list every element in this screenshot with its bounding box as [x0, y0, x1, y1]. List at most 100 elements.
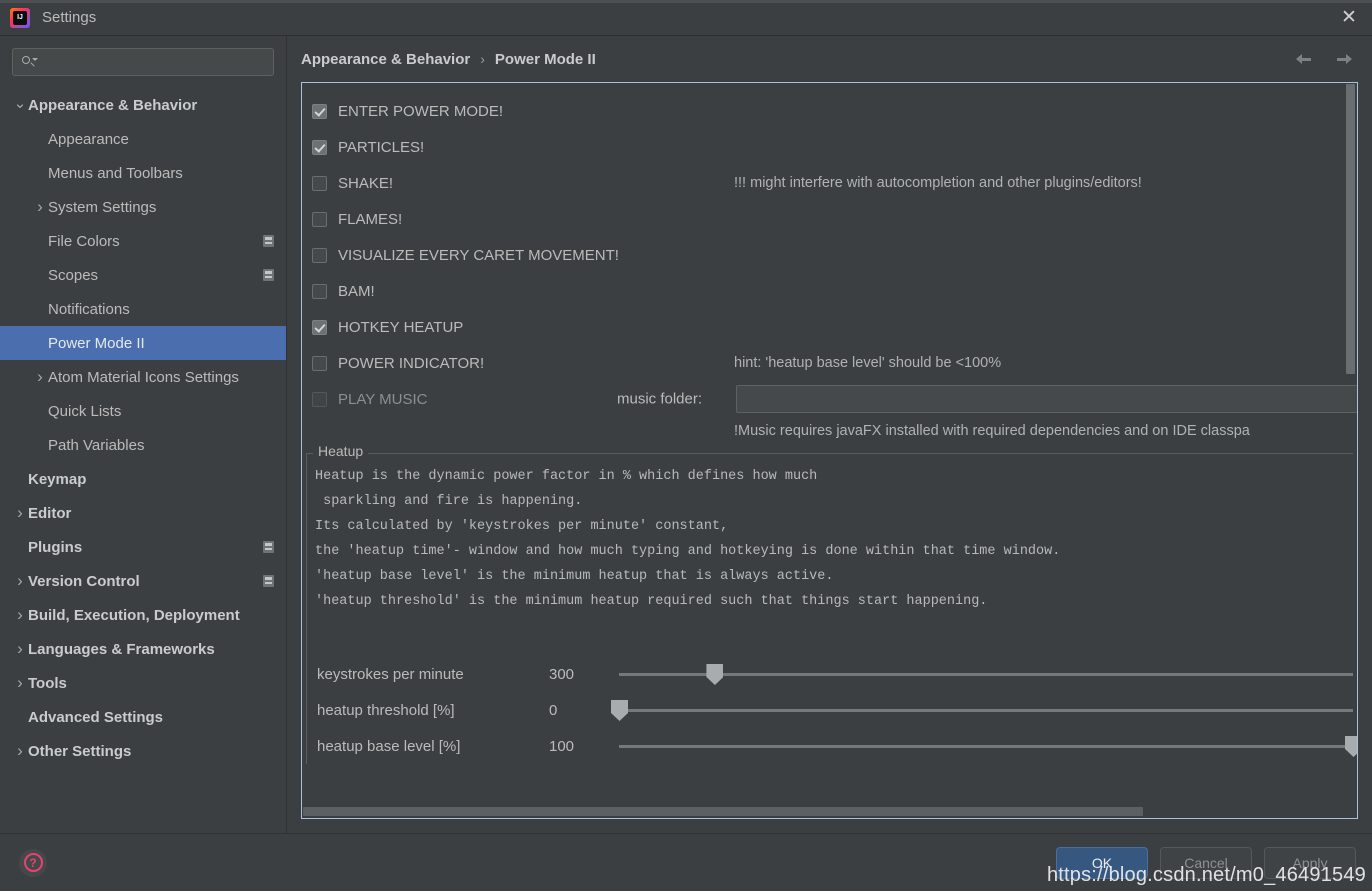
slider-value: 300	[549, 665, 575, 683]
sidebar-item-scopes[interactable]: Scopes	[0, 258, 286, 292]
chevron-right-icon[interactable]: ›	[32, 367, 48, 387]
slider-thumb[interactable]	[706, 664, 724, 685]
checkbox-flames[interactable]	[312, 211, 327, 227]
play-music-row: PLAY MUSIC music folder:	[302, 381, 1357, 417]
sidebar-item-label: Languages & Frameworks	[28, 640, 215, 658]
sidebar-item-menus-and-toolbars[interactable]: Menus and Toolbars	[0, 156, 286, 190]
checkbox-enter-power-mode[interactable]	[312, 103, 327, 119]
sidebar-item-advanced-settings[interactable]: Advanced Settings	[0, 700, 286, 734]
option-row: PARTICLES!	[302, 129, 1357, 165]
chevron-right-icon[interactable]: ›	[12, 673, 28, 693]
slider-track-wrap[interactable]	[619, 728, 1357, 764]
checkbox-visualize-every-caret-movement[interactable]	[312, 247, 327, 263]
sidebar-item-build-execution-deployment[interactable]: › Build, Execution, Deployment	[0, 598, 286, 632]
horizontal-scrollbar-thumb[interactable]	[303, 807, 1143, 816]
sidebar-item-atom-material-icons-settings[interactable]: › Atom Material Icons Settings	[0, 360, 286, 394]
slider-label: heatup threshold [%]	[317, 701, 455, 719]
sidebar-item-notifications[interactable]: Notifications	[0, 292, 286, 326]
sidebar-item-plugins[interactable]: Plugins	[0, 530, 286, 564]
option-row: VISUALIZE EVERY CARET MOVEMENT!	[302, 237, 1357, 273]
title-bar: Settings ✕	[0, 0, 1372, 36]
sidebar-item-system-settings[interactable]: › System Settings	[0, 190, 286, 224]
project-config-icon	[263, 269, 274, 281]
horizontal-scrollbar[interactable]	[303, 806, 1356, 817]
sidebar-item-label: Menus and Toolbars	[48, 164, 183, 182]
chevron-right-icon[interactable]: ›	[12, 605, 28, 625]
option-row: POWER INDICATOR! hint: 'heatup base level…	[302, 345, 1357, 381]
sidebar-item-label: Appearance & Behavior	[28, 96, 198, 114]
checkbox-power-indicator[interactable]	[312, 355, 327, 371]
play-music-label: PLAY MUSIC	[338, 390, 428, 408]
sidebar-item-label: Build, Execution, Deployment	[28, 606, 240, 624]
ok-button[interactable]: OK	[1056, 846, 1148, 879]
chevron-right-icon[interactable]: ›	[12, 571, 28, 591]
dialog-footer: ? OK Cancel Apply https://blog.csdn.net/…	[0, 833, 1372, 891]
project-config-icon	[263, 541, 274, 553]
heatup-description-line: 'heatup threshold' is the minimum heatup…	[315, 594, 988, 609]
heatup-sliders: keystrokes per minute 300 heatup threshold…	[307, 614, 1357, 764]
checkbox-particles[interactable]	[312, 139, 327, 155]
option-hint: hint: 'heatup base level' should be <100…	[734, 355, 1002, 371]
checkbox-shake[interactable]	[312, 175, 327, 191]
sidebar-item-label: Path Variables	[48, 436, 145, 454]
vertical-scrollbar[interactable]	[1345, 84, 1356, 796]
sidebar-item-quick-lists[interactable]: Quick Lists	[0, 394, 286, 428]
slider-track	[619, 709, 1353, 712]
power-mode-panel: ENTER POWER MODE! PARTICLES! SHAKE! !!! mig…	[301, 82, 1358, 819]
arrow-right-icon[interactable]	[1334, 51, 1352, 67]
music-folder-label: music folder:	[617, 390, 703, 408]
chevron-right-icon[interactable]: ›	[12, 639, 28, 659]
sidebar-item-label: Power Mode II	[48, 334, 145, 352]
slider-track-wrap[interactable]	[611, 692, 1353, 728]
search-box[interactable]	[12, 48, 274, 76]
slider-row: keystrokes per minute 300	[309, 656, 1353, 692]
window-top-edge	[0, 0, 1372, 3]
sidebar-item-path-variables[interactable]: Path Variables	[0, 428, 286, 462]
slider-row: heatup base level [%] 100	[309, 728, 1357, 764]
close-icon[interactable]: ✕	[1326, 0, 1372, 35]
sidebar-item-editor[interactable]: › Editor	[0, 496, 286, 530]
slider-label: heatup base level [%]	[317, 737, 461, 755]
sidebar-item-label: Editor	[28, 504, 72, 522]
chevron-right-icon[interactable]: ›	[12, 741, 28, 761]
option-row: HOTKEY HEATUP	[302, 309, 1357, 345]
navigation-arrows	[1296, 51, 1352, 67]
sidebar-item-version-control[interactable]: › Version Control	[0, 564, 286, 598]
chevron-down-icon[interactable]: ⌄	[12, 94, 28, 112]
heatup-group-legend: Heatup	[313, 443, 369, 459]
vertical-scrollbar-thumb[interactable]	[1346, 84, 1355, 374]
cancel-button[interactable]: Cancel	[1160, 846, 1252, 879]
arrow-left-icon[interactable]	[1296, 51, 1314, 67]
sidebar-item-keymap[interactable]: Keymap	[0, 462, 286, 496]
checkbox-bam[interactable]	[312, 283, 327, 299]
help-button[interactable]: ?	[19, 848, 47, 877]
sidebar-item-other-settings[interactable]: › Other Settings	[0, 734, 286, 768]
heatup-description-line: the 'heatup time'- window and how much t…	[315, 544, 1061, 559]
sidebar-item-power-mode-ii[interactable]: Power Mode II	[0, 326, 286, 360]
option-row: ENTER POWER MODE!	[302, 93, 1357, 129]
option-row: FLAMES!	[302, 201, 1357, 237]
sidebar-item-label: Atom Material Icons Settings	[48, 368, 239, 386]
option-label: BAM!	[338, 282, 375, 300]
breadcrumb-current: Power Mode II	[494, 50, 596, 68]
breadcrumb: Appearance & Behavior › Power Mode II	[287, 36, 1372, 82]
sidebar-item-languages-frameworks[interactable]: › Languages & Frameworks	[0, 632, 286, 666]
heatup-group: Heatup Heatup is the dynamic power facto…	[306, 443, 1357, 764]
chevron-right-icon[interactable]: ›	[12, 503, 28, 523]
sidebar-item-label: Other Settings	[28, 742, 132, 760]
checkbox-hotkey-heatup[interactable]	[312, 319, 327, 335]
music-folder-input[interactable]	[736, 385, 1357, 413]
sidebar-item-tools[interactable]: › Tools	[0, 666, 286, 700]
sidebar-item-label: Appearance	[48, 130, 129, 148]
chevron-right-icon[interactable]: ›	[32, 197, 48, 217]
play-music-checkbox[interactable]	[312, 391, 327, 407]
breadcrumb-parent[interactable]: Appearance & Behavior	[301, 51, 470, 68]
music-requirement-note: !Music requires javaFX installed with re…	[734, 423, 1250, 439]
sidebar-item-appearance[interactable]: Appearance	[0, 122, 286, 156]
search-input[interactable]	[37, 54, 265, 70]
sidebar-item-file-colors[interactable]: File Colors	[0, 224, 286, 258]
apply-button[interactable]: Apply	[1264, 846, 1356, 879]
sidebar-item-appearance-behavior[interactable]: ⌄ Appearance & Behavior	[0, 88, 286, 122]
option-label: PARTICLES!	[338, 138, 425, 156]
slider-track-wrap[interactable]	[619, 656, 1353, 692]
